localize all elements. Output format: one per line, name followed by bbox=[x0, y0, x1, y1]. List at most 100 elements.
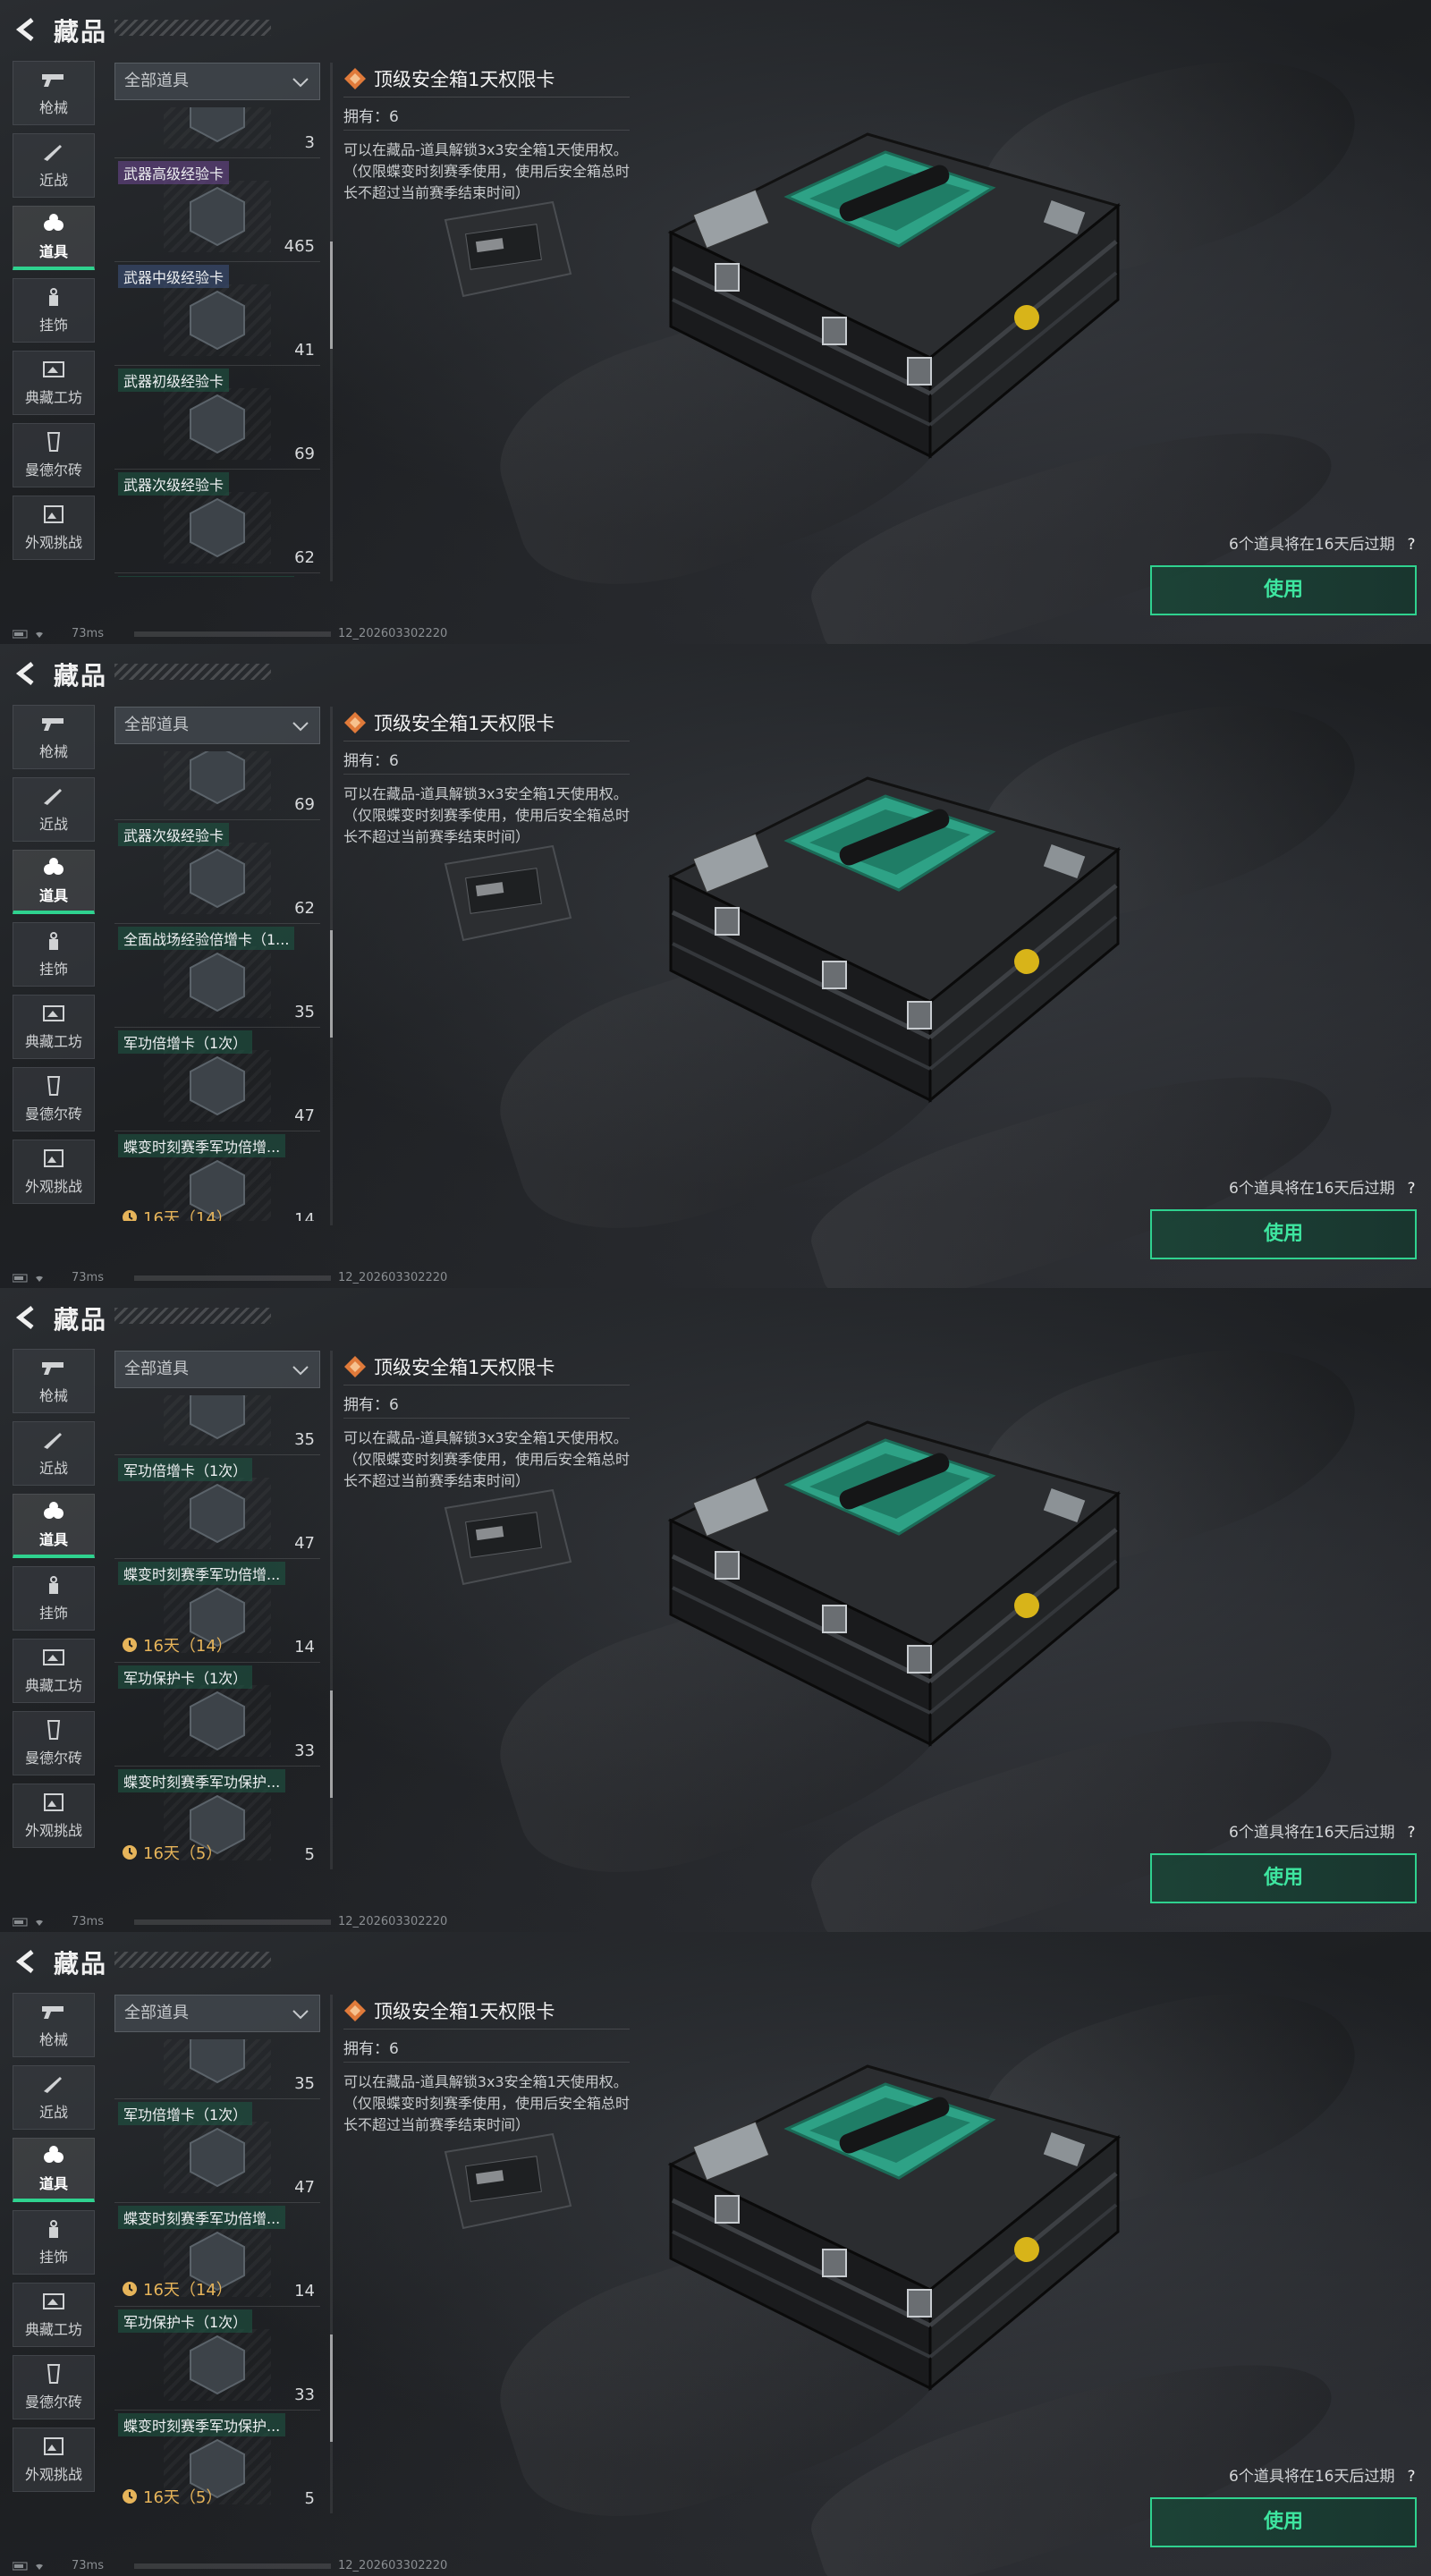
category-filter-dropdown[interactable]: 全部道具 bbox=[114, 707, 320, 744]
latency-text: 73ms bbox=[72, 2559, 104, 2572]
list-item[interactable]: 武器初级经验卡69 bbox=[114, 751, 320, 820]
safe-box-image bbox=[667, 776, 1122, 1104]
help-icon[interactable]: ? bbox=[1407, 1824, 1415, 1842]
back-arrow-icon[interactable] bbox=[13, 1948, 39, 1975]
item-list[interactable]: 35 军功倍增卡（1次） 47 蝶变时刻赛季军功倍增... 16天（14） 14 军功保护卡… bbox=[114, 1395, 320, 1865]
sidebar-item-knife[interactable]: 近战 bbox=[13, 777, 95, 842]
sidebar-item-workshop[interactable]: 典藏工坊 bbox=[13, 1639, 95, 1703]
sidebar-item-items[interactable]: 道具 bbox=[13, 206, 95, 270]
scrollbar-thumb[interactable] bbox=[330, 242, 333, 349]
item-list-scrollbar[interactable] bbox=[330, 707, 333, 1225]
category-filter-dropdown[interactable]: 全部道具 bbox=[114, 63, 320, 100]
sidebar-item-challenge[interactable]: 外观挑战 bbox=[13, 1140, 95, 1204]
item-name: 武器初级经验卡 bbox=[118, 369, 230, 392]
list-item[interactable]: 武器次级经验卡 62 bbox=[114, 819, 320, 924]
list-item[interactable]: 蝶变时刻赛季军功保护... 16天（5） 5 bbox=[114, 2410, 320, 2509]
sidebar-item-charm[interactable]: 挂饰 bbox=[13, 278, 95, 343]
sidebar-item-label: 近战 bbox=[38, 1460, 68, 1477]
list-item[interactable]: 武器初级经验卡69 bbox=[114, 365, 320, 470]
sidebar-item-mandel-brick[interactable]: 曼德尔砖 bbox=[13, 2355, 95, 2419]
back-arrow-icon[interactable] bbox=[13, 16, 39, 43]
sidebar-item-label: 曼德尔砖 bbox=[24, 1750, 82, 1767]
card-rarity-icon bbox=[344, 2000, 366, 2021]
sidebar-item-mandel-brick[interactable]: 曼德尔砖 bbox=[13, 1711, 95, 1775]
use-button[interactable]: 使用 bbox=[1150, 1209, 1417, 1259]
sidebar-item-label: 枪械 bbox=[38, 2031, 68, 2048]
list-item[interactable]: 军功保护卡（1次） 33 bbox=[114, 2306, 320, 2411]
list-item[interactable]: 军功倍增卡（1次） 47 bbox=[114, 2098, 320, 2203]
sidebar-item-items[interactable]: 道具 bbox=[13, 2138, 95, 2202]
sidebar-item-mandel-brick[interactable]: 曼德尔砖 bbox=[13, 1067, 95, 1131]
scrollbar-thumb[interactable] bbox=[330, 2334, 333, 2442]
latency-text: 73ms bbox=[72, 1271, 104, 1284]
item-thumbnail bbox=[164, 284, 271, 356]
item-list-scrollbar[interactable] bbox=[330, 1351, 333, 1869]
back-arrow-icon[interactable] bbox=[13, 660, 39, 687]
sidebar-item-gun[interactable]: 枪械 bbox=[13, 61, 95, 125]
build-version: 12_202603302220 bbox=[338, 1915, 448, 1928]
category-filter-dropdown[interactable]: 全部道具 bbox=[114, 1995, 320, 2032]
item-description: 可以在藏品-道具解锁3x3安全箱1天使用权。（仅限蝶变时刻赛季使用，使用后安全箱… bbox=[343, 1429, 631, 1489]
list-item[interactable]: 武器次级经验卡 62 bbox=[114, 469, 320, 573]
list-item[interactable]: 全面战场经验倍增卡（1... 35 bbox=[114, 923, 320, 1028]
item-list[interactable]: 3 武器高级经验卡 465 武器中级经验卡 41 武器初级经验卡 69 武器次级经验卡 62 全面… bbox=[114, 107, 320, 577]
scrollbar-thumb[interactable] bbox=[330, 1690, 333, 1798]
sidebar-item-knife[interactable]: 近战 bbox=[13, 133, 95, 198]
list-item[interactable]: 蝶变时刻赛季军功倍增... 16天（14） 14 bbox=[114, 1131, 320, 1221]
list-item[interactable]: 军功倍增卡（1次） 47 bbox=[114, 1027, 320, 1131]
scrollbar-thumb[interactable] bbox=[330, 930, 333, 1038]
item-list-scrollbar[interactable] bbox=[330, 63, 333, 581]
owned-count: 拥有：6 bbox=[343, 105, 630, 131]
item-title: 顶级安全箱1天权限卡 bbox=[374, 2001, 555, 2022]
sidebar-item-label: 典藏工坊 bbox=[24, 1677, 82, 1694]
sidebar-item-charm[interactable]: 挂饰 bbox=[13, 2210, 95, 2275]
use-button[interactable]: 使用 bbox=[1150, 565, 1417, 615]
item-list[interactable]: 35 军功倍增卡（1次） 47 蝶变时刻赛季军功倍增... 16天（14） 14 军功保护卡… bbox=[114, 2039, 320, 2509]
list-item[interactable]: 蝶变时刻赛季军功倍增... 16天（14） 14 bbox=[114, 1558, 320, 1663]
blurred-id bbox=[134, 1275, 331, 1281]
back-arrow-icon[interactable] bbox=[13, 1304, 39, 1331]
sidebar-item-charm[interactable]: 挂饰 bbox=[13, 1566, 95, 1631]
category-sidebar: 枪械近战道具挂饰典藏工坊曼德尔砖外观挑战 bbox=[13, 61, 95, 568]
item-title: 顶级安全箱1天权限卡 bbox=[374, 69, 555, 90]
item-count: 5 bbox=[304, 1845, 315, 1864]
help-icon[interactable]: ? bbox=[1407, 536, 1415, 554]
sidebar-item-workshop[interactable]: 典藏工坊 bbox=[13, 995, 95, 1059]
item-list[interactable]: 武器初级经验卡69 武器次级经验卡 62 全面战场经验倍增卡（1... 35 军功倍增卡（… bbox=[114, 751, 320, 1221]
chevron-down-icon bbox=[292, 722, 309, 732]
sidebar-item-challenge[interactable]: 外观挑战 bbox=[13, 1784, 95, 1848]
list-item[interactable]: 武器中级经验卡 41 bbox=[114, 261, 320, 366]
item-list-scrollbar[interactable] bbox=[330, 1995, 333, 2513]
sidebar-item-challenge[interactable]: 外观挑战 bbox=[13, 2428, 95, 2492]
use-button[interactable]: 使用 bbox=[1150, 2497, 1417, 2547]
sidebar-item-workshop[interactable]: 典藏工坊 bbox=[13, 2283, 95, 2347]
help-icon[interactable]: ? bbox=[1407, 2468, 1415, 2486]
list-item[interactable]: 全面战场经验倍增卡（1... bbox=[114, 572, 320, 577]
sidebar-item-knife[interactable]: 近战 bbox=[13, 2065, 95, 2130]
sidebar-item-mandel-brick[interactable]: 曼德尔砖 bbox=[13, 423, 95, 487]
sidebar-item-knife[interactable]: 近战 bbox=[13, 1421, 95, 1486]
sidebar-item-gun[interactable]: 枪械 bbox=[13, 705, 95, 769]
item-count: 35 bbox=[294, 1430, 315, 1449]
category-filter-dropdown[interactable]: 全部道具 bbox=[114, 1351, 320, 1388]
list-item[interactable]: 3 bbox=[114, 107, 320, 158]
sidebar-item-gun[interactable]: 枪械 bbox=[13, 1349, 95, 1413]
list-item[interactable]: 蝶变时刻赛季军功保护... 16天（5） 5 bbox=[114, 1766, 320, 1865]
battery-wifi-icon bbox=[13, 1274, 43, 1283]
item-thumbnail bbox=[164, 2329, 271, 2401]
list-item[interactable]: 蝶变时刻赛季军功倍增... 16天（14） 14 bbox=[114, 2202, 320, 2307]
list-item[interactable]: 军功保护卡（1次） 33 bbox=[114, 1662, 320, 1767]
sidebar-item-gun[interactable]: 枪械 bbox=[13, 1993, 95, 2057]
sidebar-item-items[interactable]: 道具 bbox=[13, 850, 95, 914]
sidebar-item-workshop[interactable]: 典藏工坊 bbox=[13, 351, 95, 415]
use-button[interactable]: 使用 bbox=[1150, 1853, 1417, 1903]
list-item[interactable]: 35 bbox=[114, 1395, 320, 1455]
list-item[interactable]: 35 bbox=[114, 2039, 320, 2099]
collection-screen-1: 藏品 枪械 近战 道具 挂饰 典藏工坊 曼德尔砖 外观挑战 全部道具 3 武器高级经验卡 465… bbox=[0, 0, 1431, 644]
list-item[interactable]: 武器高级经验卡 465 bbox=[114, 157, 320, 262]
sidebar-item-challenge[interactable]: 外观挑战 bbox=[13, 496, 95, 560]
sidebar-item-items[interactable]: 道具 bbox=[13, 1494, 95, 1558]
help-icon[interactable]: ? bbox=[1407, 1180, 1415, 1198]
list-item[interactable]: 军功倍增卡（1次） 47 bbox=[114, 1454, 320, 1559]
sidebar-item-charm[interactable]: 挂饰 bbox=[13, 922, 95, 987]
